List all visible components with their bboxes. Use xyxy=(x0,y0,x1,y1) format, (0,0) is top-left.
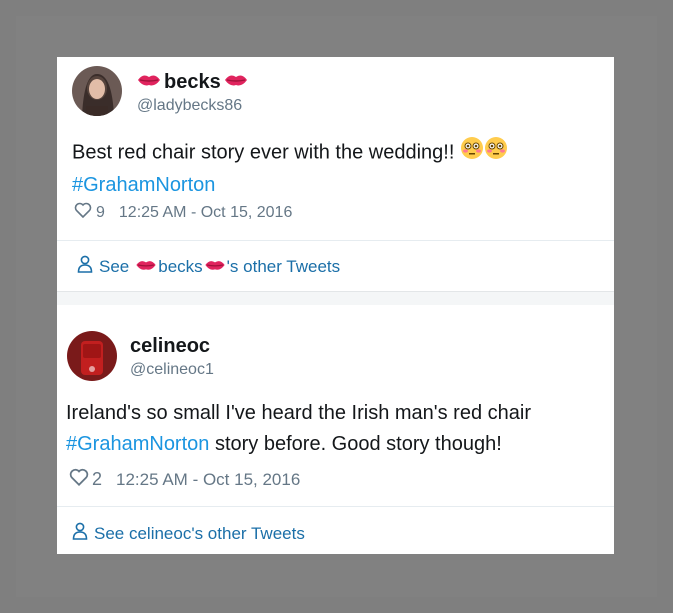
hashtag-link[interactable]: #GrahamNorton xyxy=(72,174,215,196)
see-prefix: See xyxy=(99,256,130,276)
tweet-card-2: celineoc @celineoc1 Ireland's so small I… xyxy=(57,305,614,554)
see-other-tweets-link[interactable]: See becks 's other Tweets xyxy=(77,255,340,278)
display-name[interactable]: celineoc xyxy=(130,335,210,358)
kiss-mark-icon xyxy=(137,71,161,94)
display-name[interactable]: becks xyxy=(137,71,248,94)
tweet-text-rest: story before. Good story though! xyxy=(209,433,502,455)
like-count[interactable]: 9 xyxy=(96,204,105,222)
like-count[interactable]: 2 xyxy=(92,469,102,490)
divider xyxy=(57,240,614,241)
kiss-mark-icon xyxy=(224,71,248,94)
avatar[interactable] xyxy=(72,66,122,116)
tweet-text-line1: Ireland's so small I've heard the Irish … xyxy=(66,402,531,424)
see-suffix: 's other Tweets xyxy=(226,256,341,276)
see-other-tweets-link[interactable]: See celineoc's other Tweets xyxy=(72,522,305,545)
flushed-face-emoji-icon xyxy=(460,136,484,170)
kiss-mark-icon xyxy=(204,257,226,277)
see-other-tweets-label: See celineoc's other Tweets xyxy=(94,523,305,543)
heart-icon[interactable] xyxy=(74,202,92,223)
tweet-meta: 2 12:25 AM - Oct 15, 2016 xyxy=(69,468,300,491)
heart-icon[interactable] xyxy=(69,468,89,491)
avatar[interactable] xyxy=(67,331,117,381)
timestamp[interactable]: 12:25 AM - Oct 15, 2016 xyxy=(116,470,300,490)
display-name-text: becks xyxy=(164,71,221,93)
see-name: becks xyxy=(158,256,203,276)
user-handle[interactable]: @celineoc1 xyxy=(130,361,214,379)
tweet-text: Best red chair story ever with the weddi… xyxy=(72,136,602,201)
tweet-text-body: Best red chair story ever with the weddi… xyxy=(72,141,455,164)
user-handle[interactable]: @ladybecks86 xyxy=(137,97,242,115)
divider xyxy=(57,506,614,507)
tweet-separator xyxy=(57,292,614,305)
timestamp[interactable]: 12:25 AM - Oct 15, 2016 xyxy=(119,204,292,222)
tweet-card-1: becks @ladybecks86 Best red chair story … xyxy=(57,57,614,292)
tweet-meta: 9 12:25 AM - Oct 15, 2016 xyxy=(74,202,292,223)
hashtag-link[interactable]: #GrahamNorton xyxy=(66,433,209,455)
flushed-face-emoji-icon xyxy=(484,136,508,170)
person-icon xyxy=(72,522,88,545)
kiss-mark-icon xyxy=(135,257,157,277)
person-icon xyxy=(77,255,93,278)
tweet-text: Ireland's so small I've heard the Irish … xyxy=(66,398,611,460)
